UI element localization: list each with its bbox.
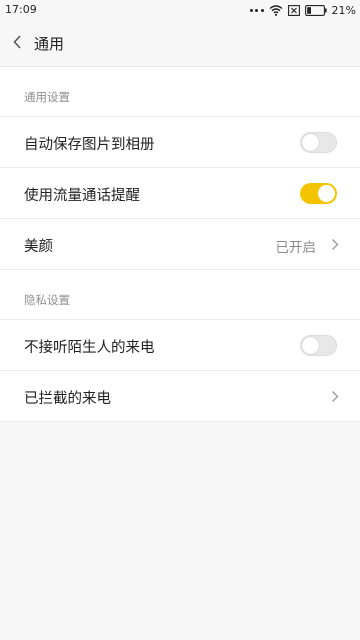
chevron-right-icon xyxy=(332,239,339,250)
chevron-right-icon xyxy=(332,391,339,402)
setting-row-data-call-reminder[interactable]: 使用流量通话提醒 xyxy=(0,168,360,219)
data-call-reminder-toggle[interactable] xyxy=(300,183,337,204)
setting-row-reject-strangers[interactable]: 不接听陌生人的来电 xyxy=(0,320,360,371)
setting-row-beauty[interactable]: 美颜 已开启 xyxy=(0,219,360,270)
status-bar: 17:09 21% xyxy=(0,0,360,20)
setting-label: 使用流量通话提醒 xyxy=(24,188,140,204)
setting-value: 已开启 xyxy=(275,240,317,256)
setting-row-blocked-calls[interactable]: 已拦截的来电 xyxy=(0,371,360,422)
setting-label: 不接听陌生人的来电 xyxy=(24,340,155,356)
battery-percentage: 21% xyxy=(331,3,356,17)
dots-icon xyxy=(249,8,264,12)
sim-x-icon xyxy=(287,4,300,16)
status-time: 17:09 xyxy=(5,3,37,16)
title-bar: 通用 xyxy=(0,20,360,67)
setting-label: 自动保存图片到相册 xyxy=(24,137,155,153)
battery-icon xyxy=(304,4,327,16)
setting-row-auto-save-images[interactable]: 自动保存图片到相册 xyxy=(0,117,360,168)
reject-strangers-toggle[interactable] xyxy=(300,335,337,356)
back-button[interactable] xyxy=(6,31,28,53)
setting-label: 美颜 xyxy=(24,239,53,255)
auto-save-toggle[interactable] xyxy=(300,132,337,153)
empty-background xyxy=(0,424,360,640)
wifi-icon xyxy=(269,4,283,16)
section-header-general: 通用设置 xyxy=(0,67,360,117)
section-header-privacy: 隐私设置 xyxy=(0,270,360,320)
settings-list: 通用设置 自动保存图片到相册 使用流量通话提醒 美颜 已开启 隐私设置 不接听陌… xyxy=(0,67,360,422)
page-title: 通用 xyxy=(34,35,65,53)
status-icons: 21% xyxy=(249,3,356,17)
chevron-left-icon xyxy=(13,35,21,49)
setting-label: 已拦截的来电 xyxy=(24,391,111,407)
